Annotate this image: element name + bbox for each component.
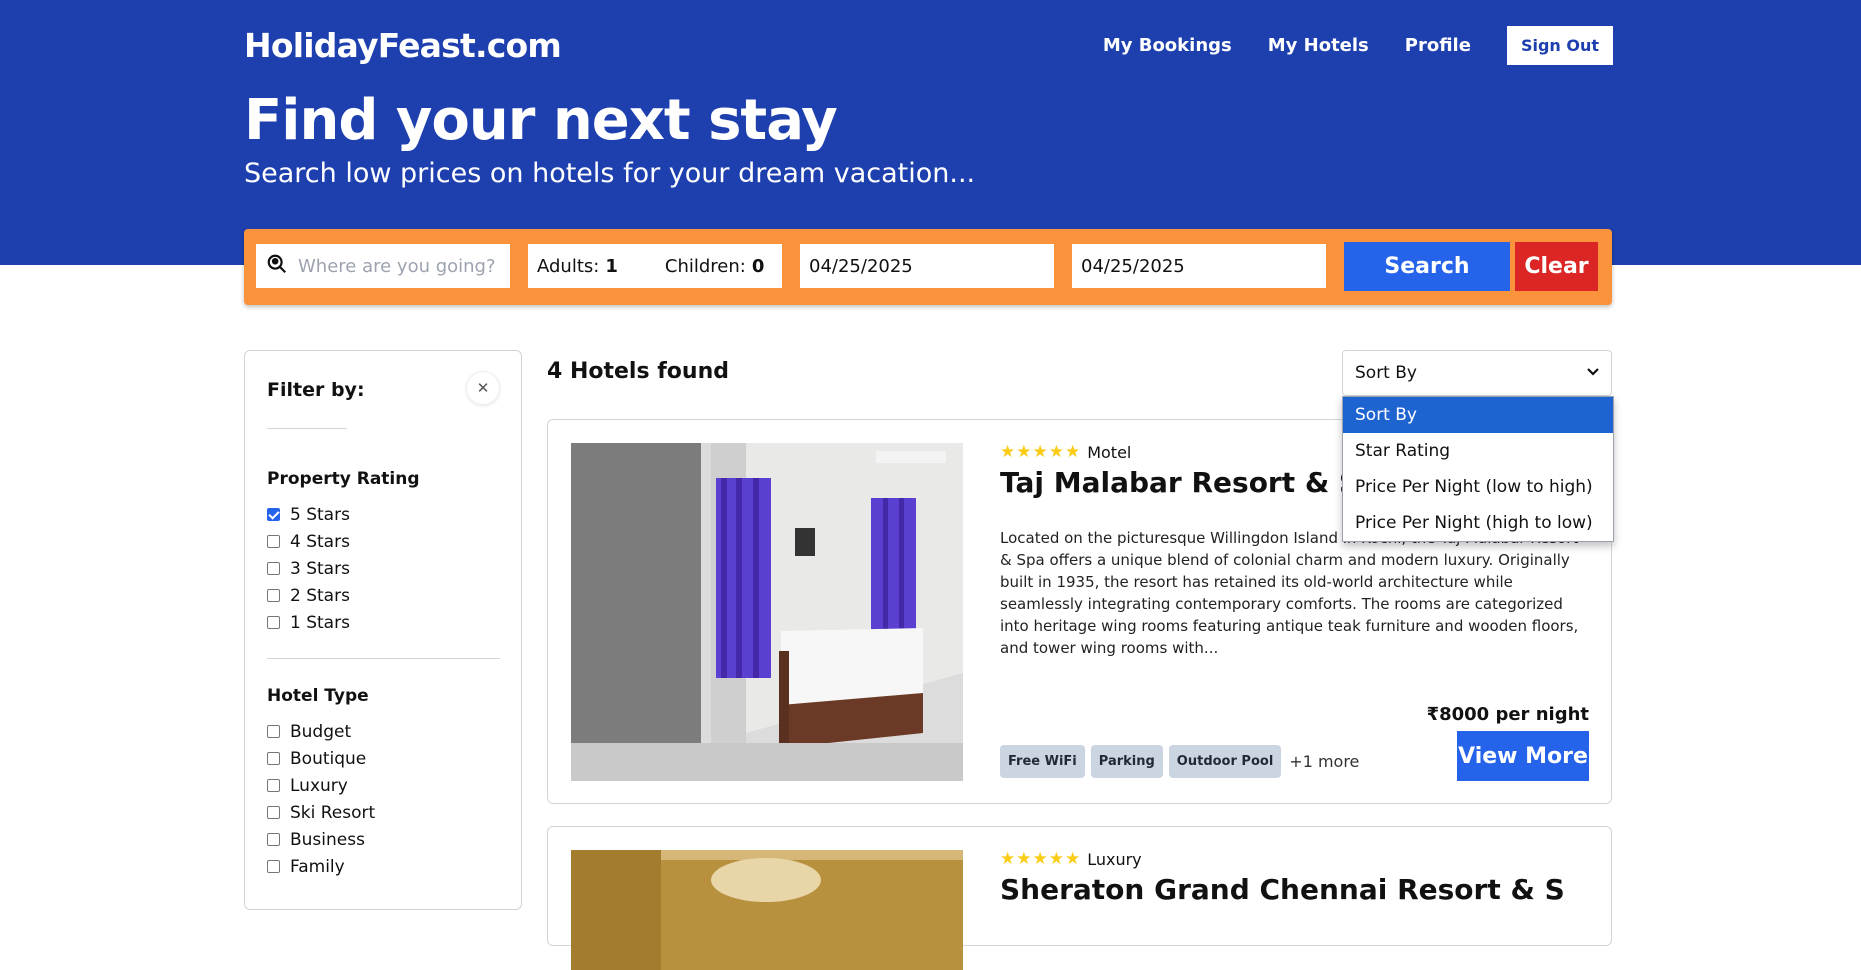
checkbox[interactable] [267, 833, 280, 846]
sort-option-price-desc[interactable]: Price Per Night (high to low) [1343, 505, 1613, 541]
adults-value[interactable]: 1 [605, 256, 618, 277]
checkbox[interactable] [267, 508, 280, 521]
divider [267, 428, 347, 429]
checkbox[interactable] [267, 779, 280, 792]
filter-sidebar: Filter by: ✕ Property Rating 5 Stars 4 S… [244, 350, 522, 910]
search-location-icon [266, 253, 288, 280]
hotel-type-list: Budget Boutique Luxury Ski Resort Busine… [267, 718, 375, 880]
type-label: Boutique [290, 748, 367, 769]
property-rating-list: 5 Stars 4 Stars 3 Stars 2 Stars 1 Stars [267, 501, 350, 636]
close-icon[interactable]: ✕ [466, 371, 500, 405]
sort-option-price-asc[interactable]: Price Per Night (low to high) [1343, 469, 1613, 505]
rating-label: 3 Stars [290, 558, 350, 579]
chevron-down-icon [1585, 363, 1601, 384]
rating-option-2[interactable]: 2 Stars [267, 582, 350, 609]
star-rating-icon: ★★★★★ [1000, 849, 1082, 869]
checkbox[interactable] [267, 752, 280, 765]
facility-tag: Free WiFi [1000, 745, 1085, 778]
type-option-budget[interactable]: Budget [267, 718, 375, 745]
hotel-rating-row: ★★★★★ Luxury [1000, 849, 1142, 869]
filter-title: Filter by: [267, 379, 365, 401]
checkbox[interactable] [267, 616, 280, 629]
hotel-type-title: Hotel Type [267, 686, 369, 706]
nav-my-bookings[interactable]: My Bookings [1103, 35, 1232, 56]
clear-button[interactable]: Clear [1515, 242, 1598, 291]
sort-select[interactable]: Sort By [1342, 350, 1612, 396]
checkbox[interactable] [267, 589, 280, 602]
checkbox[interactable] [267, 562, 280, 575]
type-option-ski-resort[interactable]: Ski Resort [267, 799, 375, 826]
hotel-rating-row: ★★★★★ Motel [1000, 442, 1131, 462]
star-rating-icon: ★★★★★ [1000, 442, 1082, 462]
sort-option-default[interactable]: Sort By [1343, 397, 1613, 433]
hotel-image[interactable] [571, 850, 963, 970]
hotel-image[interactable] [571, 443, 963, 781]
rating-option-4[interactable]: 4 Stars [267, 528, 350, 555]
search-bar: Adults: 1 Children: 0 04/25/2025 04/25/2… [244, 229, 1612, 305]
results-count: 4 Hotels found [547, 359, 729, 384]
checkbox[interactable] [267, 725, 280, 738]
type-option-boutique[interactable]: Boutique [267, 745, 375, 772]
view-more-button[interactable]: View More [1457, 731, 1589, 781]
rating-label: 1 Stars [290, 612, 350, 633]
rating-option-3[interactable]: 3 Stars [267, 555, 350, 582]
check-in-date-input[interactable]: 04/25/2025 [800, 244, 1054, 288]
hotel-type: Motel [1087, 442, 1132, 462]
brand-logo[interactable]: HolidayFeast.com [244, 26, 562, 65]
page-headline: Find your next stay [244, 88, 838, 153]
type-label: Luxury [290, 775, 348, 796]
type-label: Family [290, 856, 345, 877]
checkbox[interactable] [267, 535, 280, 548]
rating-label: 4 Stars [290, 531, 350, 552]
children-label: Children: [664, 255, 746, 277]
rating-option-1[interactable]: 1 Stars [267, 609, 350, 636]
checkbox[interactable] [267, 806, 280, 819]
hotel-price: ₹8000 per night [1426, 704, 1589, 725]
destination-field[interactable] [256, 244, 510, 288]
type-label: Budget [290, 721, 352, 742]
sign-out-button[interactable]: Sign Out [1506, 26, 1613, 65]
divider [267, 658, 500, 659]
type-option-business[interactable]: Business [267, 826, 375, 853]
top-nav: My Bookings My Hotels Profile Sign Out [1067, 26, 1613, 65]
hotel-type: Luxury [1087, 849, 1142, 869]
sort-dropdown: Sort By Star Rating Price Per Night (low… [1342, 396, 1614, 542]
nav-my-hotels[interactable]: My Hotels [1268, 35, 1369, 56]
type-label: Ski Resort [290, 802, 376, 823]
more-facilities: +1 more [1289, 752, 1360, 771]
hotel-description: Located on the picturesque Willingdon Is… [1000, 529, 1579, 657]
type-option-family[interactable]: Family [267, 853, 375, 880]
facility-tag: Outdoor Pool [1168, 745, 1282, 778]
property-rating-title: Property Rating [267, 469, 420, 489]
checkbox[interactable] [267, 860, 280, 873]
sort-selected-value: Sort By [1355, 363, 1417, 383]
guests-field[interactable]: Adults: 1 Children: 0 [528, 244, 782, 288]
rating-option-5[interactable]: 5 Stars [267, 501, 350, 528]
search-button[interactable]: Search [1344, 242, 1510, 291]
hotel-name[interactable]: Sheraton Grand Chennai Resort & S [1000, 873, 1600, 906]
rating-label: 5 Stars [290, 504, 350, 525]
page-subheadline: Search low prices on hotels for your dre… [244, 158, 976, 189]
hotel-card: ★★★★★ Luxury Sheraton Grand Chennai Reso… [547, 826, 1612, 970]
facility-tags: Free WiFi Parking Outdoor Pool +1 more [1000, 745, 1359, 778]
children-value[interactable]: 0 [752, 256, 765, 277]
check-out-date-input[interactable]: 04/25/2025 [1072, 244, 1326, 288]
facility-tag: Parking [1090, 745, 1163, 778]
type-label: Business [290, 829, 365, 850]
sort-option-star-rating[interactable]: Star Rating [1343, 433, 1613, 469]
nav-profile[interactable]: Profile [1405, 35, 1471, 56]
adults-label: Adults: [537, 255, 600, 277]
destination-input[interactable] [296, 254, 500, 278]
type-option-luxury[interactable]: Luxury [267, 772, 375, 799]
rating-label: 2 Stars [290, 585, 350, 606]
